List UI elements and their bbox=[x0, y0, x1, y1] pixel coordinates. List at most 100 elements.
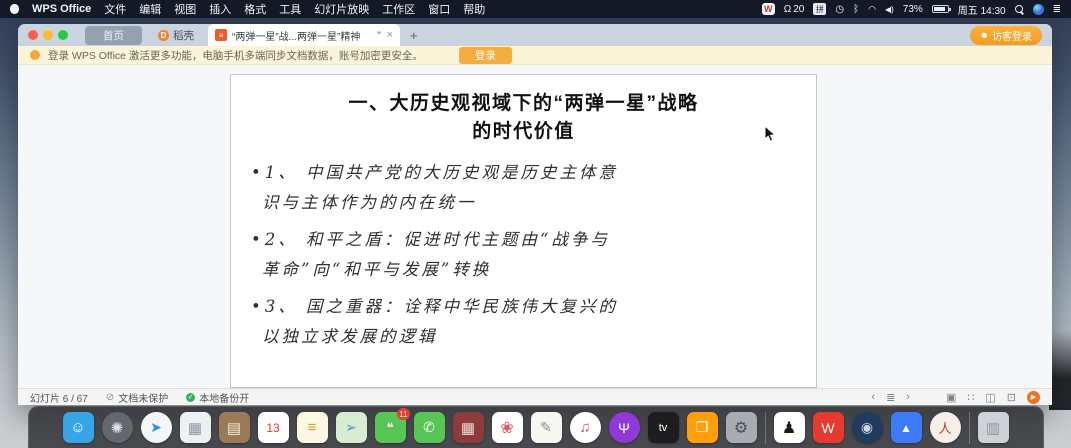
next-slide-button[interactable]: › bbox=[906, 391, 910, 403]
app-icon-blue-mountain[interactable]: ▲ bbox=[891, 412, 922, 443]
input-method-icon[interactable]: 拼 bbox=[813, 3, 826, 15]
document-tab-active[interactable]: ≡ “两弹一星”战...两弹一星”精神 ❞ × bbox=[208, 24, 400, 46]
login-notice-bar: 登录 WPS Office 激活更多功能，电脑手机多端同步文档数据，账号加密更安… bbox=[18, 46, 1052, 65]
bullet-marker: • bbox=[251, 163, 264, 182]
menubar-item[interactable]: 帮助 bbox=[463, 1, 485, 17]
podcasts-icon[interactable]: Ψ bbox=[609, 412, 640, 443]
mouse-cursor bbox=[764, 125, 776, 143]
docer-icon: D bbox=[158, 30, 169, 41]
normal-view-button[interactable]: ▣ bbox=[946, 391, 956, 404]
volume-icon[interactable]: ◀) bbox=[885, 5, 894, 14]
notes-icon[interactable]: ≡ bbox=[297, 412, 328, 443]
tab-close-icon[interactable]: × bbox=[387, 29, 393, 41]
app-icon-red-person[interactable]: 人 bbox=[930, 412, 961, 443]
presenter-view-button[interactable]: ⊡ bbox=[1007, 391, 1016, 404]
apple-menu-icon[interactable] bbox=[10, 4, 19, 14]
system-preferences-icon[interactable]: ⚙ bbox=[726, 412, 757, 443]
local-backup-status[interactable]: ✓ 本地备份开 bbox=[186, 390, 249, 405]
slide-body[interactable]: •1、 中国共产党的大历史观是历史主体意 识与主体作为的内在统一 •2、 和平之… bbox=[251, 158, 790, 352]
guest-login-label: 访客登录 bbox=[992, 28, 1032, 43]
menubar-item[interactable]: 插入 bbox=[209, 1, 231, 17]
menubar-item[interactable]: 编辑 bbox=[139, 1, 161, 17]
document-protection-status[interactable]: ⊘ 文档未保护 bbox=[106, 390, 168, 405]
menubar-item[interactable]: 文件 bbox=[104, 1, 126, 17]
menubar-item[interactable]: 视图 bbox=[174, 1, 196, 17]
messages-icon[interactable]: ❝ 11 bbox=[375, 412, 406, 443]
contacts-icon[interactable]: ▤ bbox=[219, 412, 250, 443]
bluetooth-icon[interactable]: ᛒ bbox=[853, 4, 859, 15]
wps-tray-icon[interactable]: W bbox=[762, 3, 775, 15]
slide-title-line2: 的时代价值 bbox=[261, 118, 786, 146]
slide-counter: 幻灯片 6 / 67 bbox=[30, 390, 88, 405]
dock-divider bbox=[969, 412, 970, 444]
menubar-item[interactable]: 格式 bbox=[244, 1, 266, 17]
bell-glyph: Ω bbox=[784, 4, 791, 15]
wifi-icon[interactable]: ◠ bbox=[868, 4, 876, 15]
slide-title[interactable]: 一、大历史观视域下的“两弹一星”战略 的时代价值 bbox=[261, 90, 786, 145]
photos-icon[interactable]: ❀ bbox=[492, 412, 523, 443]
notice-login-button[interactable]: 登录 bbox=[459, 47, 512, 64]
menubar-item[interactable]: 工具 bbox=[279, 1, 301, 17]
document-tab-title: “两弹一星”战...两弹一星”精神 bbox=[232, 28, 372, 43]
slide-bullet: •3、 国之重器：诠释中华民族伟大复兴的 以独立求发展的逻辑 bbox=[251, 292, 790, 352]
notice-text: 登录 WPS Office 激活更多功能，电脑手机多端同步文档数据，账号加密更安… bbox=[48, 48, 423, 63]
safari-icon[interactable]: ➤ bbox=[141, 412, 172, 443]
spotlight-search-icon[interactable] bbox=[1015, 5, 1024, 14]
window-zoom-button[interactable] bbox=[58, 30, 68, 40]
finder-icon[interactable]: ☺ bbox=[63, 412, 94, 443]
slide-bullet: •2、 和平之盾：促进时代主题由“战争与 革命”向“和平与发展”转换 bbox=[251, 225, 790, 285]
menubar-item[interactable]: 工作区 bbox=[382, 1, 415, 17]
trash-icon[interactable]: ▥ bbox=[978, 412, 1009, 443]
battery-icon bbox=[932, 5, 949, 13]
menubar-app-name[interactable]: WPS Office bbox=[32, 3, 91, 15]
mail-icon[interactable]: ▦ bbox=[180, 412, 211, 443]
bell-count: 20 bbox=[793, 4, 804, 15]
backup-check-icon: ✓ bbox=[186, 393, 195, 402]
docer-label: 稻壳 bbox=[173, 28, 194, 43]
slide-list-button[interactable]: ≣ bbox=[886, 391, 895, 404]
menubar-item[interactable]: 幻灯片放映 bbox=[314, 1, 369, 17]
guest-login-button[interactable]: ☻ 访客登录 bbox=[970, 26, 1042, 45]
dock: ☺ ✺ ➤ ▦ ▤ bbox=[28, 406, 1044, 448]
menubar-item[interactable]: 窗口 bbox=[428, 1, 450, 17]
notification-bell-icon[interactable]: Ω20 bbox=[784, 4, 805, 15]
window-minimize-button[interactable] bbox=[43, 30, 53, 40]
books-icon[interactable]: ❐ bbox=[687, 412, 718, 443]
calendar-icon[interactable]: 13 bbox=[258, 412, 289, 443]
new-tab-button[interactable]: + bbox=[410, 28, 418, 43]
home-tab-button[interactable]: 首页 bbox=[85, 26, 142, 45]
person-icon: ☻ bbox=[980, 30, 989, 40]
wallpaper-mountain bbox=[1049, 330, 1071, 410]
slide[interactable]: 一、大历史观视域下的“两弹一星”战略 的时代价值 •1、 中国共产党的大历史观是… bbox=[230, 74, 817, 388]
maps-icon[interactable]: ➢ bbox=[336, 412, 367, 443]
apple-tv-icon[interactable]: tv bbox=[648, 412, 679, 443]
comment-icon[interactable]: ❞ bbox=[377, 30, 382, 41]
slide-title-line1: 一、大历史观视域下的“两弹一星”战略 bbox=[261, 90, 786, 118]
textedit-icon[interactable]: ✎ bbox=[531, 412, 562, 443]
siri-icon[interactable] bbox=[1033, 4, 1044, 15]
window-close-button[interactable] bbox=[28, 30, 38, 40]
docer-tab[interactable]: D 稻壳 bbox=[158, 28, 194, 43]
battery-percent: 73% bbox=[903, 4, 923, 15]
play-slideshow-button[interactable]: ▶ bbox=[1027, 391, 1040, 404]
wps-window: 首页 D 稻壳 ≡ “两弹一星”战...两弹一星”精神 ❞ × + ☻ 访客登录… bbox=[18, 24, 1052, 405]
slide-sorter-view-button[interactable]: ∷ bbox=[967, 391, 974, 404]
previous-slide-button[interactable]: ‹ bbox=[871, 391, 875, 403]
status-bar: 幻灯片 6 / 67 ⊘ 文档未保护 ✓ 本地备份开 ‹ ≣ › ▣ ∷ ◫ ⊡… bbox=[18, 388, 1052, 405]
menubar-clock[interactable]: 周五 14:30 bbox=[958, 2, 1006, 17]
qq-icon[interactable]: ♟ bbox=[774, 412, 805, 443]
presentation-file-icon: ≡ bbox=[215, 29, 227, 41]
photo-booth-icon[interactable]: ▦ bbox=[453, 412, 484, 443]
notification-center-icon[interactable]: ≣ bbox=[1053, 4, 1061, 15]
wps-office-icon[interactable]: W bbox=[813, 412, 844, 443]
clock-icon[interactable]: ◷ bbox=[835, 4, 844, 15]
reading-view-button[interactable]: ◫ bbox=[985, 391, 995, 404]
slide-bullet: •1、 中国共产党的大历史观是历史主体意 识与主体作为的内在统一 bbox=[251, 158, 790, 218]
app-icon-dark-badge[interactable]: ◉ bbox=[852, 412, 883, 443]
menu-bar: WPS Office 文件编辑视图插入格式工具幻灯片放映工作区窗口帮助 W Ω2… bbox=[0, 0, 1071, 18]
launchpad-icon[interactable]: ✺ bbox=[102, 412, 133, 443]
dock-divider bbox=[765, 412, 766, 444]
music-icon[interactable]: ♫ bbox=[570, 412, 601, 443]
facetime-icon[interactable]: ✆ bbox=[414, 412, 445, 443]
dock-badge: 11 bbox=[397, 408, 409, 420]
